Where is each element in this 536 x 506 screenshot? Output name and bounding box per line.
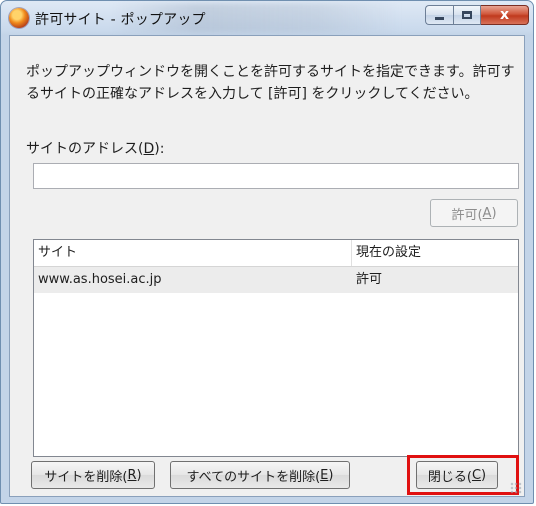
address-label: サイトのアドレス(D):: [26, 138, 164, 158]
dialog-content: ポップアップウィンドウを開くことを許可するサイトを指定できます。許可するサイトの…: [9, 35, 525, 497]
allow-button-label: 許可(: [451, 207, 483, 223]
remove-all-label: すべてのサイトを削除(: [186, 469, 321, 485]
table-header: サイト 現在の設定: [34, 240, 518, 267]
allow-button-suffix: ): [491, 205, 497, 221]
column-header-status[interactable]: 現在の設定: [352, 240, 518, 266]
remove-site-accesskey: R: [127, 467, 137, 483]
allow-button-accesskey: A: [482, 205, 492, 221]
minimize-button[interactable]: [425, 5, 453, 25]
resize-grip[interactable]: [510, 482, 522, 494]
maximize-button[interactable]: [453, 5, 481, 25]
close-button-label: 閉じる(: [427, 469, 472, 485]
remove-all-sites-button[interactable]: すべてのサイトを削除(E): [170, 461, 350, 489]
remove-site-suffix: ): [136, 467, 142, 483]
dialog-window: 許可サイト - ポップアップ x ポップアップウィンドウを開くことを許可するサイ…: [0, 0, 534, 504]
address-label-suffix: ):: [154, 141, 165, 157]
close-button-accesskey: C: [471, 467, 482, 483]
status-cell: 許可: [356, 272, 383, 287]
minimize-icon: [435, 16, 444, 20]
close-icon: x: [499, 7, 510, 23]
description-text: ポップアップウィンドウを開くことを許可するサイトを指定できます。許可するサイトの…: [26, 64, 515, 102]
remove-site-button[interactable]: サイトを削除(R): [31, 461, 155, 489]
title-bar[interactable]: 許可サイト - ポップアップ x: [1, 1, 535, 35]
table-row[interactable]: www.as.hosei.ac.jp 許可: [34, 267, 518, 293]
remove-site-label: サイトを削除(: [44, 469, 128, 485]
address-label-text: サイトのアドレス(: [26, 141, 144, 157]
close-button[interactable]: 閉じる(C): [416, 461, 498, 489]
remove-all-accesskey: E: [320, 467, 329, 483]
site-cell: www.as.hosei.ac.jp: [38, 272, 162, 287]
close-button-suffix: ): [481, 467, 487, 483]
allow-button[interactable]: 許可(A): [430, 199, 518, 227]
close-window-button[interactable]: x: [481, 5, 529, 25]
column-header-site[interactable]: サイト: [34, 240, 352, 266]
address-input[interactable]: [33, 163, 519, 189]
window-title: 許可サイト - ポップアップ: [35, 12, 206, 28]
sites-table[interactable]: サイト 現在の設定 www.as.hosei.ac.jp 許可: [33, 239, 519, 457]
maximize-icon: [462, 11, 472, 19]
address-label-accesskey: D: [143, 141, 155, 157]
firefox-icon: [9, 8, 29, 28]
window-controls: x: [425, 5, 529, 27]
remove-all-suffix: ): [328, 467, 334, 483]
